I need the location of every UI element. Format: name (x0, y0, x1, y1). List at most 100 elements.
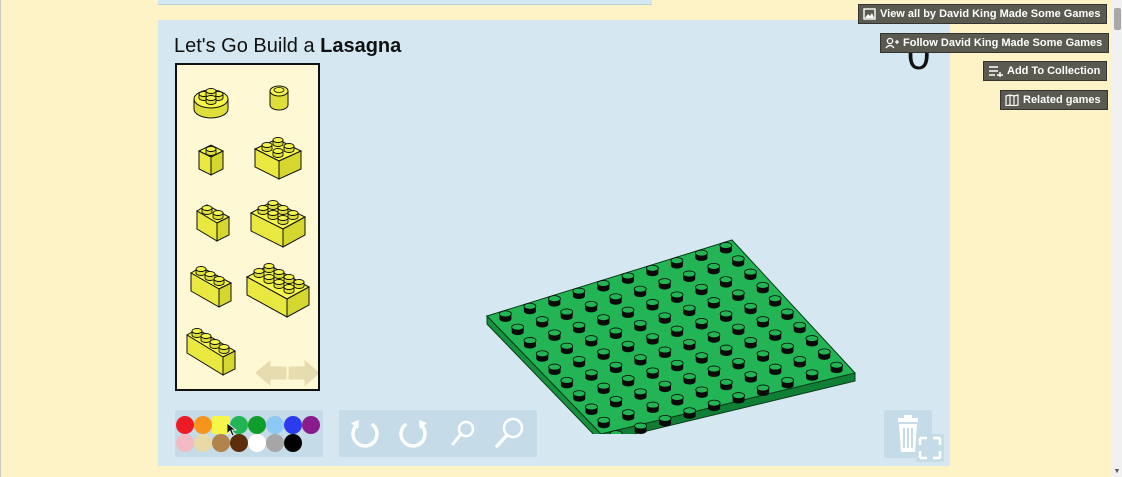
baseplate-stud (658, 346, 672, 358)
baseplate-stud (535, 316, 549, 328)
baseplate-stud (719, 344, 733, 357)
next-page-arrow-icon[interactable] (288, 359, 318, 387)
baseplate-stud (621, 409, 635, 421)
baseplate-stud (670, 394, 684, 406)
game-title: Let's Go Build a Lasagna (174, 35, 401, 58)
baseplate-stud (646, 401, 660, 414)
palette-brick-1x3[interactable] (190, 266, 233, 308)
baseplate-stud (646, 367, 660, 379)
color-swatch-black[interactable] (284, 434, 302, 452)
baseplate-stud (756, 316, 770, 328)
color-swatch-dark-green[interactable] (248, 416, 266, 434)
baseplate-stud (731, 255, 745, 267)
baseplate-stud (670, 359, 684, 372)
baseplate-stud (830, 361, 844, 374)
baseplate-stud (634, 422, 648, 434)
baseplate-stud (719, 378, 733, 391)
baseplate-stud (805, 369, 819, 381)
mouse-cursor-icon (227, 423, 237, 437)
game-area[interactable]: Let's Go Build a Lasagna 0 (158, 20, 950, 466)
scrollbar-thumb[interactable] (1114, 8, 1121, 30)
follow-label: Follow David King Made Some Games (903, 37, 1103, 49)
color-swatch-gray[interactable] (266, 434, 284, 452)
title-bold: Lasagna (320, 35, 402, 57)
baseplate-stud (621, 306, 635, 319)
baseplate-stud (707, 365, 721, 377)
color-swatch-blue[interactable] (284, 416, 302, 434)
baseplate-stud (682, 270, 696, 282)
baseplate-stud (707, 262, 721, 275)
palette-round-brick-2x2[interactable] (193, 88, 229, 119)
baseplate-stud (658, 380, 672, 393)
color-swatch-pink[interactable] (176, 434, 194, 452)
baseplate-stud (646, 299, 659, 311)
baseplate-stud (805, 335, 819, 347)
baseplate-stud (732, 392, 746, 404)
baseplate-stud (523, 337, 537, 349)
baseplate-stud (658, 278, 672, 290)
palette-brick-1x1[interactable] (197, 144, 225, 176)
baseplate-stud (633, 354, 647, 366)
add-collection-button[interactable]: Add To Collection (983, 61, 1108, 81)
scrollbar[interactable]: ▼ (1112, 0, 1122, 477)
baseplate-stud (560, 308, 574, 320)
palette-brick-2x3[interactable] (249, 200, 307, 248)
baseplate-stud (609, 361, 623, 374)
palette-brick-1x2[interactable] (196, 204, 231, 242)
baseplate-stud (719, 276, 733, 288)
color-picker (175, 410, 323, 457)
baseplate-stud (572, 390, 586, 402)
baseplate-stud (744, 337, 758, 349)
title-prefix: Let's Go Build a (174, 35, 321, 57)
baseplate-stud (597, 280, 610, 292)
color-swatch-light-blue[interactable] (266, 416, 284, 434)
baseplate-stud (658, 414, 672, 427)
baseplate-stud (682, 304, 696, 317)
baseplate-stud (768, 363, 782, 376)
baseplate-stud (756, 350, 770, 362)
baseplate-stud (793, 321, 807, 334)
rotate-left-icon[interactable] (347, 415, 383, 451)
baseplate-stud (744, 371, 758, 383)
baseplate-stud (781, 376, 795, 389)
baseplate-stud (695, 386, 709, 398)
baseplate-stud (572, 287, 586, 300)
baseplate-stud (683, 373, 696, 385)
baseplate-stud (548, 295, 561, 307)
baseplate-stud (585, 403, 598, 415)
palette-round-brick-1x1[interactable] (269, 85, 289, 111)
color-swatch-purple[interactable] (302, 416, 320, 434)
baseplate-stud (781, 342, 794, 355)
related-games-button[interactable]: Related games (1000, 90, 1108, 110)
baseplate-stud (646, 333, 660, 345)
view-all-label: View all by David King Made Some Games (880, 8, 1101, 20)
baseplate-stud (731, 323, 745, 336)
palette-brick-1x4[interactable] (186, 328, 237, 376)
palette-brick-2x2[interactable] (253, 137, 303, 180)
view-all-button[interactable]: View all by David King Made Some Games (858, 4, 1108, 24)
baseplate-stud (670, 291, 684, 303)
color-swatch-white[interactable] (248, 434, 266, 452)
add-user-icon (885, 37, 899, 49)
baseplate-stud (780, 308, 794, 320)
baseplate-stud (621, 272, 635, 284)
color-swatch-tan[interactable] (194, 434, 212, 452)
baseplate-stud (719, 310, 733, 322)
zoom-out-icon[interactable] (445, 415, 481, 451)
rotate-right-icon[interactable] (395, 415, 431, 451)
baseplate-stud (719, 242, 733, 254)
baseplate-stud (572, 321, 586, 334)
scroll-down-arrow-icon[interactable]: ▼ (1113, 468, 1121, 476)
baseplate-stud (695, 352, 709, 364)
prev-page-arrow-icon[interactable] (255, 359, 287, 387)
baseplate-stud (768, 295, 782, 307)
color-swatch-red[interactable] (176, 416, 194, 434)
baseplate-stud (621, 340, 635, 353)
color-swatch-orange[interactable] (194, 416, 212, 434)
follow-button[interactable]: Follow David King Made Some Games (880, 33, 1110, 53)
palette-brick-2x4[interactable] (245, 263, 311, 318)
baseplate-stud (621, 375, 635, 387)
green-baseplate[interactable] (485, 234, 860, 434)
fullscreen-icon[interactable] (916, 434, 944, 462)
add-collection-label: Add To Collection (1007, 65, 1101, 77)
